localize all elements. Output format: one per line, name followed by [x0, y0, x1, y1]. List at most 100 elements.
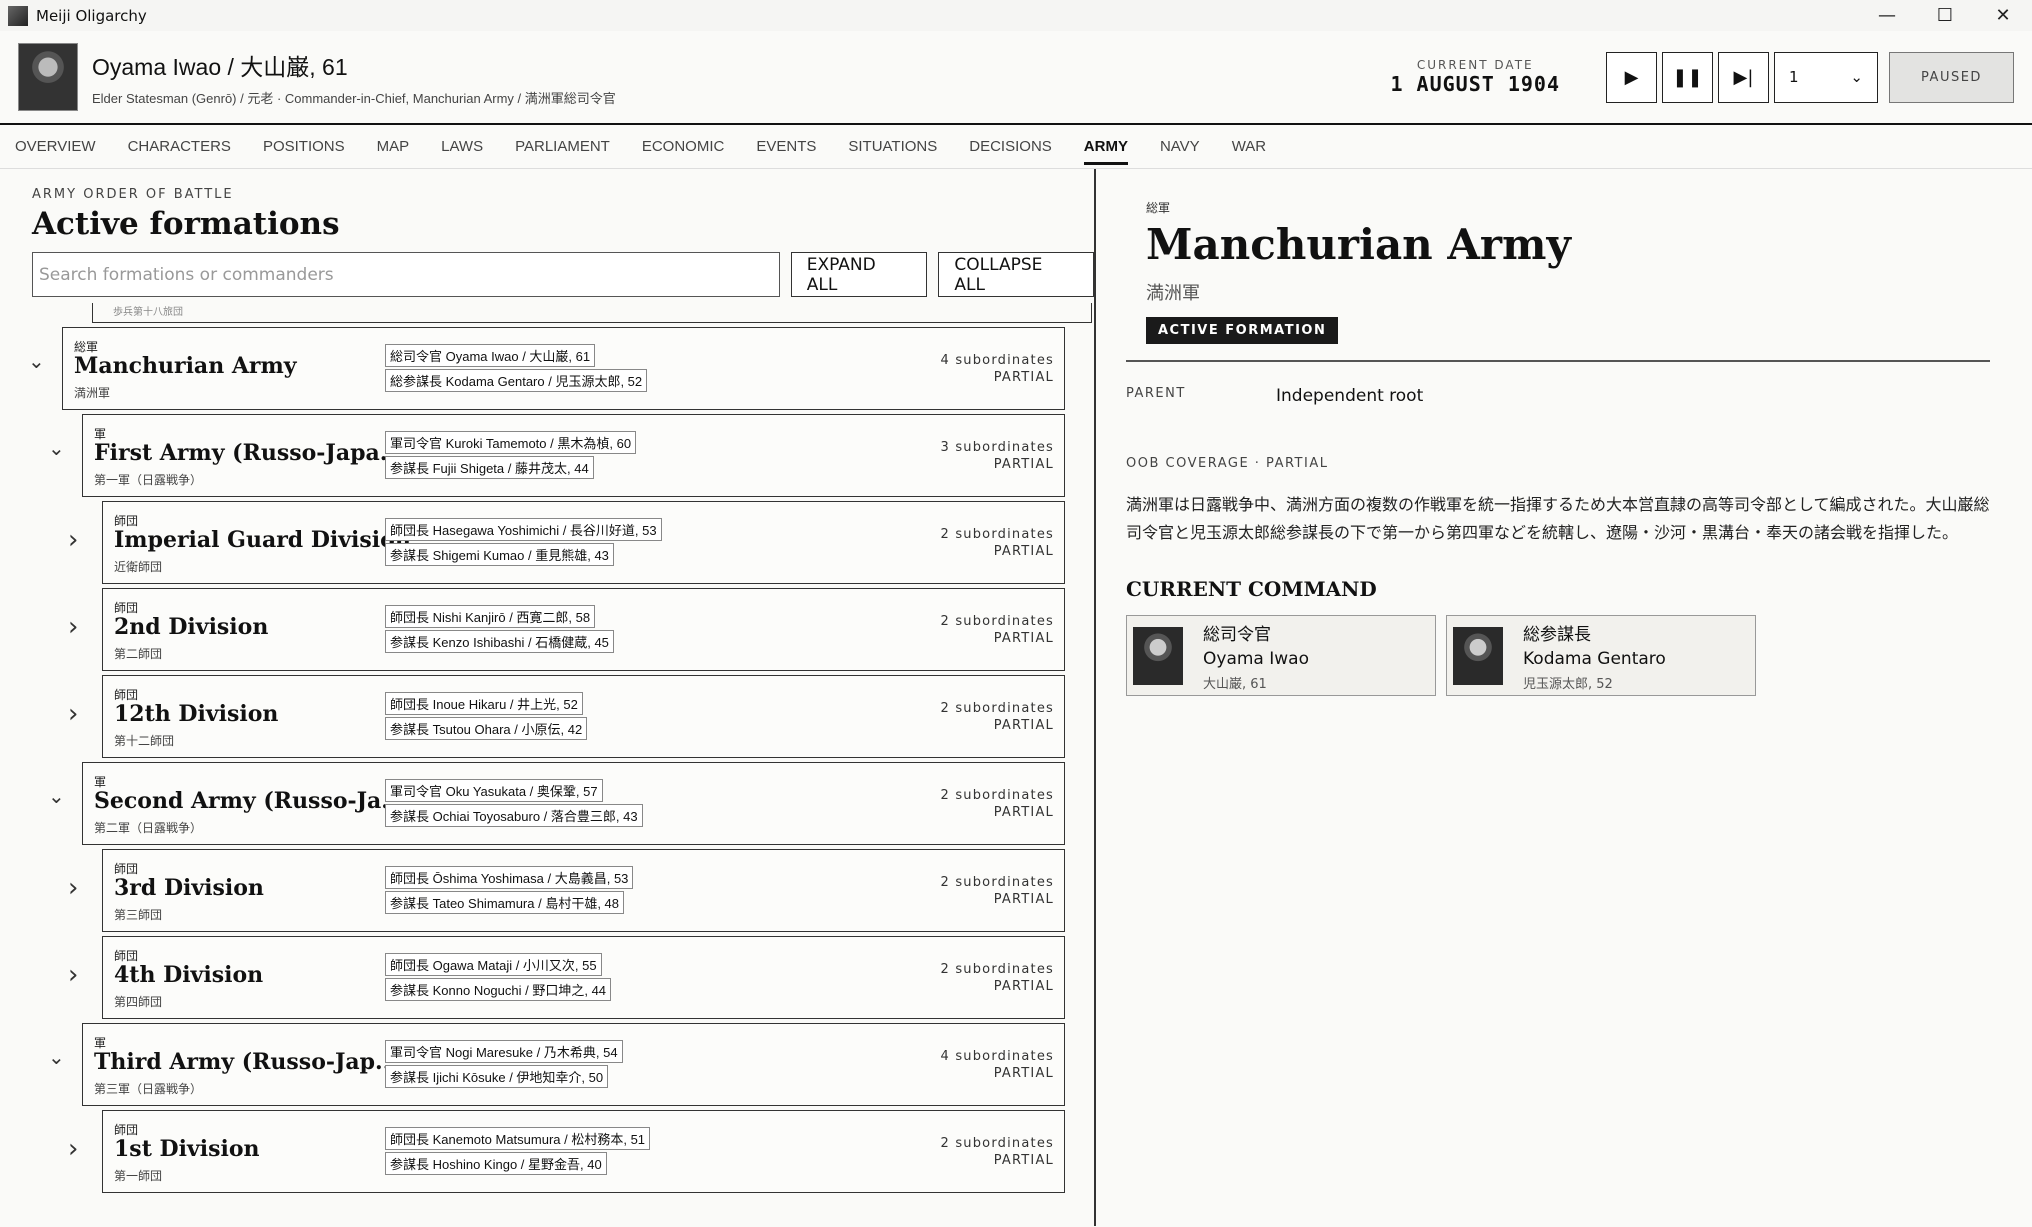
commander-tag[interactable]: 師団長 Inoue Hikaru / 井上光, 52 [385, 692, 583, 715]
chief-of-staff-tag[interactable]: 参謀長 Ochiai Toyosaburo / 落合豊三郎, 43 [385, 804, 643, 827]
chief-of-staff-tag[interactable]: 参謀長 Ijichi Kōsuke / 伊地知幸介, 50 [385, 1065, 609, 1088]
commander-tag[interactable]: 軍司令官 Nogi Maresuke / 乃木希典, 54 [385, 1040, 623, 1063]
date-value: 1 AUGUST 1904 [1390, 72, 1560, 96]
commander-portrait [1453, 626, 1503, 685]
collapse-all-button[interactable]: COLLAPSE ALL [938, 252, 1094, 297]
tab-economic[interactable]: ECONOMIC [642, 128, 725, 165]
formation-jp-name: 満洲軍 [74, 386, 111, 400]
commander-jp-name: 児玉源太郎, 52 [1523, 676, 1613, 692]
formation-description: 満洲軍は日露戦争中、満洲方面の複数の作戦軍を統一指揮するため大本営直隷の高等司令… [1126, 495, 1990, 542]
chevron-right-icon[interactable]: › [68, 1134, 78, 1164]
chevron-down-icon[interactable]: ⌄ [48, 1045, 65, 1069]
tab-events[interactable]: EVENTS [756, 128, 816, 165]
tab-parliament[interactable]: PARLIAMENT [515, 128, 610, 165]
formation-row[interactable]: 師団 Imperial Guard Division 近衛師団 師団長 Hasegaw… [102, 501, 1065, 584]
status-indicator: PAUSED [1889, 51, 2014, 103]
formation-name: Second Army (Russo-Ja... [94, 788, 405, 814]
app-icon [8, 5, 28, 26]
formation-name: 1st Division [114, 1136, 260, 1162]
formation-row[interactable]: 軍 First Army (Russo-Japa... 第一軍（日露戦争） 軍司令官 … [82, 414, 1065, 497]
formation-jp-name: 第一師団 [114, 1169, 163, 1183]
play-button[interactable]: ▶ [1606, 51, 1657, 103]
chief-of-staff-tag[interactable]: 参謀長 Fujii Shigeta / 藤井茂太, 44 [385, 456, 594, 479]
main-tabs: OVERVIEW CHARACTERS POSITIONS MAP LAWS PARLIA… [0, 125, 2032, 169]
formation-name: 2nd Division [114, 614, 269, 640]
formation-jp-name: 第三軍（日露戦争） [94, 1082, 203, 1096]
tab-laws[interactable]: LAWS [441, 128, 483, 165]
search-input[interactable]: Search formations or commanders [32, 252, 780, 297]
formation-row[interactable]: 師団 4th Division 第四師団 師団長 Ogawa Mataji / 小川又… [102, 936, 1065, 1019]
speed-select[interactable]: 1 ⌄ [1774, 51, 1878, 103]
chevron-down-icon[interactable]: ⌄ [28, 349, 45, 373]
commander-card[interactable]: 総司令官 Oyama Iwao 大山巌, 61 [1126, 615, 1436, 696]
parent-label: PARENT [1126, 386, 1186, 401]
chevron-right-icon[interactable]: › [68, 612, 78, 642]
tab-characters[interactable]: CHARACTERS [128, 128, 231, 165]
coverage-status: PARTIAL [993, 631, 1054, 646]
tab-positions[interactable]: POSITIONS [263, 128, 345, 165]
formation-detail-panel: 総軍 Manchurian Army 満洲軍 ACTIVE FORMATION … [1096, 169, 2032, 1226]
chief-of-staff-tag[interactable]: 参謀長 Shigemi Kumao / 重見熊雄, 43 [385, 543, 614, 566]
player-portrait [18, 43, 78, 111]
chevron-right-icon[interactable]: › [68, 699, 78, 729]
player-header: Oyama Iwao / 大山巌, 61 Elder Statesman (Ge… [0, 31, 2032, 125]
formation-name: Imperial Guard Division [114, 527, 411, 553]
commander-tag[interactable]: 師団長 Ogawa Mataji / 小川又次, 55 [385, 953, 602, 976]
coverage-status: PARTIAL [993, 544, 1054, 559]
step-forward-icon: ▶| [1733, 66, 1754, 88]
subordinate-count: 2 subordinates [940, 788, 1054, 803]
pause-button[interactable]: ❚❚ [1662, 51, 1713, 103]
formation-row[interactable]: 師団 12th Division 第十二師団 師団長 Inoue Hikaru / 井… [102, 675, 1065, 758]
formation-row[interactable]: 軍 Third Army (Russo-Jap... 第三軍（日露戦争） 軍司令官 N… [82, 1023, 1065, 1106]
formation-row[interactable]: 師団 3rd Division 第三師団 師団長 Ōshima Yoshimasa /… [102, 849, 1065, 932]
window-title: Meiji Oligarchy [36, 6, 147, 25]
chevron-right-icon[interactable]: › [68, 525, 78, 555]
minimize-button[interactable]: — [1858, 0, 1916, 31]
formation-jp-name: 第二師団 [114, 647, 163, 661]
tab-army[interactable]: ARMY [1083, 128, 1128, 165]
clipped-row[interactable]: 歩兵第十八旅団 [92, 303, 1092, 323]
chief-of-staff-tag[interactable]: 参謀長 Konno Noguchi / 野口坤之, 44 [385, 978, 612, 1001]
commander-tag[interactable]: 師団長 Ōshima Yoshimasa / 大島義昌, 53 [385, 866, 634, 889]
chief-of-staff-tag[interactable]: 参謀長 Tsutou Ohara / 小原伝, 42 [385, 717, 588, 740]
formation-row[interactable]: 師団 1st Division 第一師団 師団長 Kanemoto Matsumura… [102, 1110, 1065, 1193]
formation-name: 12th Division [114, 701, 279, 727]
subordinate-count: 3 subordinates [940, 440, 1054, 455]
chief-of-staff-tag[interactable]: 総参謀長 Kodama Gentaro / 児玉源太郎, 52 [385, 369, 648, 392]
tab-decisions[interactable]: DECISIONS [969, 128, 1052, 165]
commander-name: Oyama Iwao [1203, 648, 1309, 669]
chevron-down-icon[interactable]: ⌄ [48, 436, 65, 460]
speed-value: 1 [1789, 68, 1799, 86]
formation-row[interactable]: 軍 Second Army (Russo-Ja... 第二軍（日露戦争） 軍司令官 O… [82, 762, 1065, 845]
commander-tag[interactable]: 師団長 Kanemoto Matsumura / 松村務本, 51 [385, 1127, 651, 1150]
formation-row[interactable]: 総軍 Manchurian Army 満洲軍 総司令官 Oyama Iwao / 大山… [62, 327, 1065, 410]
chevron-right-icon[interactable]: › [68, 960, 78, 990]
chevron-down-icon[interactable]: ⌄ [48, 784, 65, 808]
chevron-right-icon[interactable]: › [68, 873, 78, 903]
tab-navy[interactable]: NAVY [1160, 128, 1200, 165]
coverage-status: PARTIAL [993, 892, 1054, 907]
tab-war[interactable]: WAR [1232, 128, 1266, 165]
chief-of-staff-tag[interactable]: 参謀長 Tateo Shimamura / 島村干雄, 48 [385, 891, 625, 914]
commander-tag[interactable]: 総司令官 Oyama Iwao / 大山巌, 61 [385, 344, 596, 367]
tab-map[interactable]: MAP [377, 128, 410, 165]
commander-tag[interactable]: 軍司令官 Kuroki Tamemoto / 黒木為楨, 60 [385, 431, 637, 454]
commander-tag[interactable]: 師団長 Hasegawa Yoshimichi / 長谷川好道, 53 [385, 518, 662, 541]
tab-situations[interactable]: SITUATIONS [848, 128, 937, 165]
current-command-title: CURRENT COMMAND [1126, 577, 1377, 601]
formation-row[interactable]: 師団 2nd Division 第二師団 師団長 Nishi Kanjirō / 西寛… [102, 588, 1065, 671]
subordinate-count: 2 subordinates [940, 1136, 1054, 1151]
commander-tag[interactable]: 師団長 Nishi Kanjirō / 西寛二郎, 58 [385, 605, 596, 628]
commander-tag[interactable]: 軍司令官 Oku Yasukata / 奥保鞏, 57 [385, 779, 603, 802]
step-button[interactable]: ▶| [1718, 51, 1769, 103]
formation-jp-name: 第十二師団 [114, 734, 175, 748]
divider [1126, 360, 1990, 362]
close-button[interactable]: ✕ [1974, 0, 2032, 31]
chief-of-staff-tag[interactable]: 参謀長 Hoshino Kingo / 星野金吾, 40 [385, 1152, 607, 1175]
maximize-button[interactable]: ☐ [1916, 0, 1974, 31]
chief-of-staff-tag[interactable]: 参謀長 Kenzo Ishibashi / 石橋健蔵, 45 [385, 630, 614, 653]
commander-card[interactable]: 総参謀長 Kodama Gentaro 児玉源太郎, 52 [1446, 615, 1756, 696]
formation-name: Third Army (Russo-Jap... [94, 1049, 399, 1075]
tab-overview[interactable]: OVERVIEW [15, 128, 96, 165]
expand-all-button[interactable]: EXPAND ALL [790, 252, 928, 297]
